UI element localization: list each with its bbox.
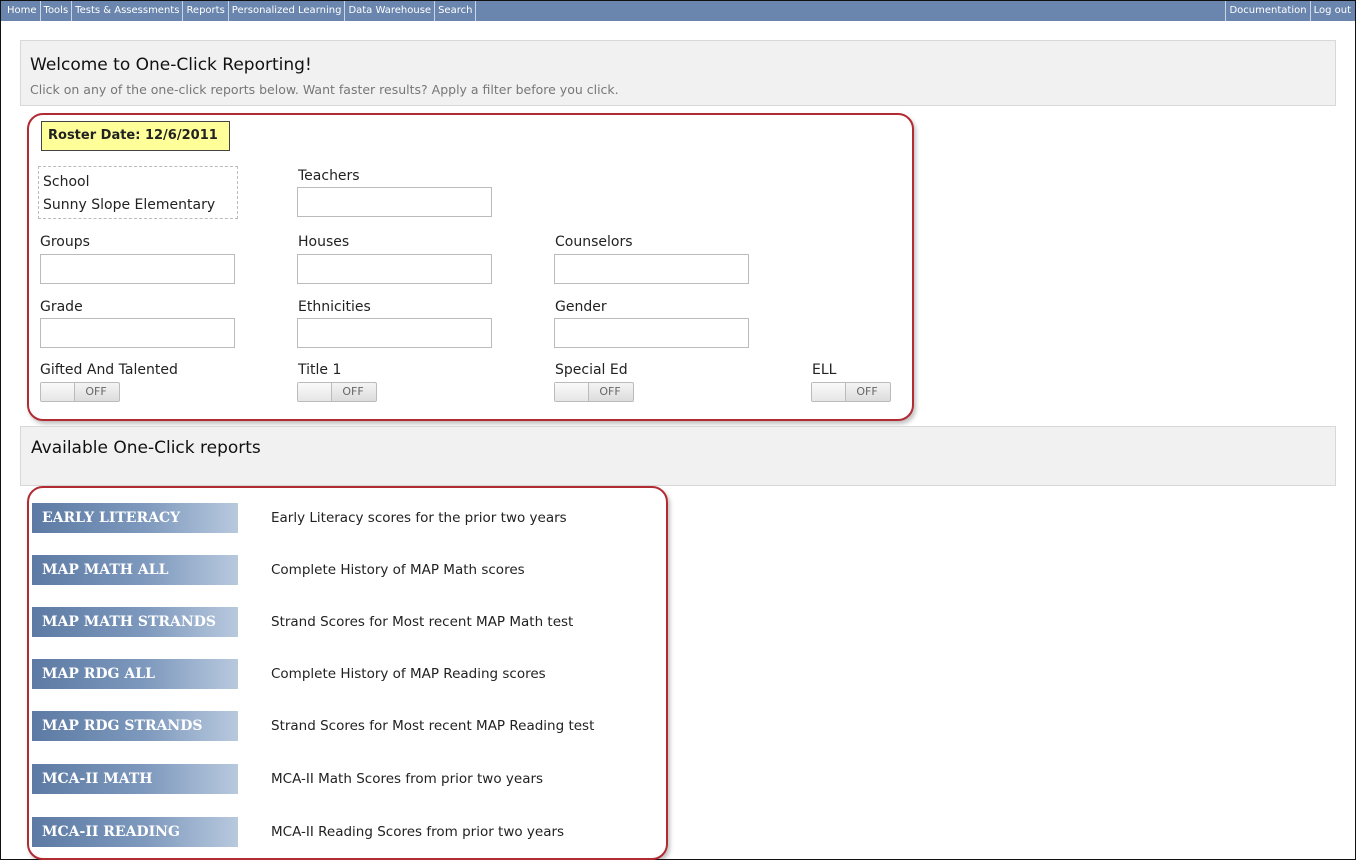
- houses-input[interactable]: [297, 254, 492, 284]
- nav-search[interactable]: Search: [435, 1, 477, 21]
- special-ed-toggle[interactable]: OFF: [554, 382, 634, 402]
- ethnicities-input[interactable]: [297, 318, 492, 348]
- welcome-panel: Welcome to One-Click Reporting! Click on…: [20, 40, 1336, 106]
- report-desc-mca-ii-math: MCA-II Math Scores from prior two years: [271, 771, 544, 787]
- nav-log-out[interactable]: Log out: [1311, 1, 1354, 21]
- nav-data-warehouse[interactable]: Data Warehouse: [345, 1, 436, 21]
- report-button-mca-ii-reading[interactable]: MCA-II READING: [32, 817, 238, 847]
- nav-documentation[interactable]: Documentation: [1225, 1, 1311, 21]
- toggle-knob: [298, 383, 332, 401]
- counselors-label: Counselors: [555, 234, 633, 250]
- report-desc-map-rdg-all: Complete History of MAP Reading scores: [271, 666, 546, 682]
- report-button-map-math-all[interactable]: MAP MATH ALL: [32, 555, 238, 585]
- available-reports-title: Available One-Click reports: [31, 438, 261, 458]
- toggle-state: OFF: [85, 385, 107, 398]
- toggle-state: OFF: [342, 385, 364, 398]
- teachers-label: Teachers: [298, 168, 360, 184]
- ell-label: ELL: [812, 362, 837, 378]
- school-value: Sunny Slope Elementary: [43, 197, 216, 213]
- report-button-map-math-strands[interactable]: MAP MATH STRANDS: [32, 607, 238, 637]
- toggle-state: OFF: [856, 385, 878, 398]
- title-1-label: Title 1: [298, 362, 342, 378]
- nav-home[interactable]: Home: [4, 1, 41, 21]
- school-label: School: [43, 174, 90, 190]
- gifted-talented-label: Gifted And Talented: [40, 362, 178, 378]
- page-subtitle: Click on any of the one-click reports be…: [30, 82, 619, 97]
- ethnicities-label: Ethnicities: [298, 299, 371, 315]
- nav-tools[interactable]: Tools: [41, 1, 73, 21]
- toggle-knob: [812, 383, 846, 401]
- report-button-early-literacy[interactable]: EARLY LITERACY: [32, 503, 238, 533]
- report-desc-map-rdg-strands: Strand Scores for Most recent MAP Readin…: [271, 718, 595, 734]
- gender-input[interactable]: [554, 318, 749, 348]
- grade-label: Grade: [40, 299, 83, 315]
- report-button-mca-ii-math[interactable]: MCA-II MATH: [32, 764, 238, 794]
- toggle-knob: [555, 383, 589, 401]
- report-desc-map-math-all: Complete History of MAP Math scores: [271, 562, 525, 578]
- toggle-state: OFF: [599, 385, 621, 398]
- houses-label: Houses: [298, 234, 350, 250]
- groups-label: Groups: [40, 234, 90, 250]
- school-selector[interactable]: School Sunny Slope Elementary: [38, 166, 238, 219]
- nav-reports[interactable]: Reports: [183, 1, 229, 21]
- report-desc-early-literacy: Early Literacy scores for the prior two …: [271, 510, 567, 526]
- special-ed-label: Special Ed: [555, 362, 628, 378]
- nav-tests-assessments[interactable]: Tests & Assessments: [72, 1, 184, 21]
- groups-input[interactable]: [40, 254, 235, 284]
- roster-date-badge: Roster Date: 12/6/2011: [41, 121, 230, 151]
- report-desc-map-math-strands: Strand Scores for Most recent MAP Math t…: [271, 614, 574, 630]
- available-reports-header: Available One-Click reports: [20, 426, 1336, 486]
- gender-label: Gender: [555, 299, 607, 315]
- page-title: Welcome to One-Click Reporting!: [30, 55, 312, 75]
- report-button-map-rdg-strands[interactable]: MAP RDG STRANDS: [32, 711, 238, 741]
- grade-input[interactable]: [40, 318, 235, 348]
- title-1-toggle[interactable]: OFF: [297, 382, 377, 402]
- top-nav-bar: Home Tools Tests & Assessments Reports P…: [1, 1, 1355, 21]
- report-button-map-rdg-all[interactable]: MAP RDG ALL: [32, 659, 238, 689]
- ell-toggle[interactable]: OFF: [811, 382, 891, 402]
- report-desc-mca-ii-reading: MCA-II Reading Scores from prior two yea…: [271, 824, 565, 840]
- counselors-input[interactable]: [554, 254, 749, 284]
- nav-personalized-learning[interactable]: Personalized Learning: [229, 1, 346, 21]
- gifted-talented-toggle[interactable]: OFF: [40, 382, 120, 402]
- teachers-input[interactable]: [297, 187, 492, 217]
- toggle-knob: [41, 383, 75, 401]
